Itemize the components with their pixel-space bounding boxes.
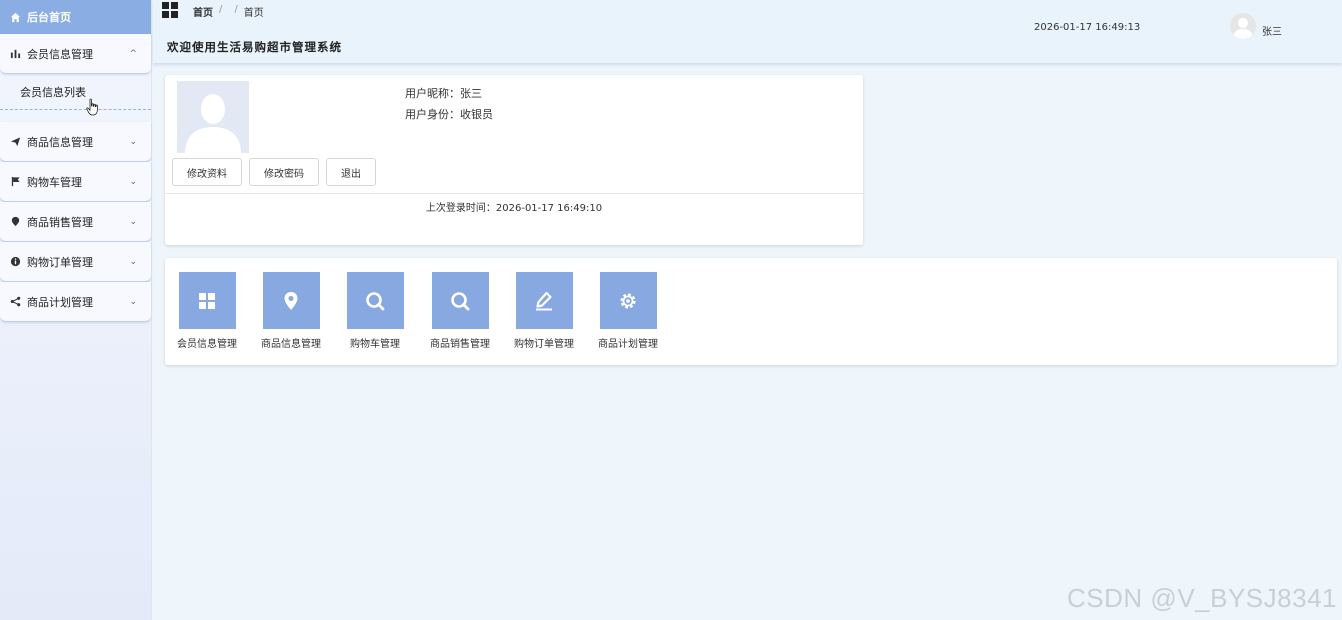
- breadcrumb-home-link[interactable]: 首页: [193, 4, 213, 19]
- sidebar-item-plan-management[interactable]: 商品计划管理 ⌄: [0, 282, 151, 322]
- home-icon: [9, 11, 21, 23]
- watermark: CSDN @V_BYSJ8341: [1067, 583, 1337, 613]
- sidebar-item-home[interactable]: 后台首页: [0, 0, 151, 34]
- quick-nav-order-management[interactable]: 购物订单管理: [508, 272, 580, 350]
- gear-icon: [620, 292, 636, 309]
- quick-nav-product-management[interactable]: 商品信息管理: [255, 272, 327, 350]
- logout-button[interactable]: 退出: [326, 158, 376, 186]
- page-title: 欢迎使用生活易购超市管理系统: [167, 40, 342, 54]
- chevron-down-icon: ⌄: [129, 256, 137, 267]
- quick-nav-card: 会员信息管理 商品信息管理 购物车管理 商品销售管理 购物订单管理 商品计划管理: [165, 258, 1337, 365]
- bar-chart-icon: [9, 48, 21, 60]
- search-icon: [366, 291, 385, 310]
- chevron-down-icon: ⌄: [129, 176, 137, 187]
- quick-nav-label: 会员信息管理: [177, 339, 237, 350]
- info-icon: [9, 256, 21, 268]
- quick-nav-tile[interactable]: [515, 272, 573, 329]
- location-icon: [284, 291, 298, 310]
- quick-nav-plan-management[interactable]: 商品计划管理: [592, 272, 664, 350]
- chevron-up-icon: ^: [129, 48, 137, 59]
- quick-nav-tile[interactable]: [262, 272, 320, 329]
- sidebar-item-order-management[interactable]: 购物订单管理 ⌄: [0, 242, 151, 282]
- quick-nav-tile[interactable]: [599, 272, 657, 329]
- breadcrumb-current: 首页: [243, 8, 264, 19]
- quick-nav-label: 商品销售管理: [430, 339, 490, 350]
- flag-icon: [9, 176, 21, 188]
- hand-cursor-icon: [86, 98, 98, 116]
- breadcrumb-separator: /: [234, 4, 238, 15]
- quick-nav-label: 商品计划管理: [598, 339, 658, 350]
- sidebar-home-label: 后台首页: [27, 11, 71, 24]
- breadcrumb: 首页 / / 首页: [193, 4, 264, 19]
- quick-nav-member-management[interactable]: 会员信息管理: [171, 272, 243, 350]
- profile-role: 用户身份：收银员: [405, 108, 493, 121]
- sidebar-group-label: 商品计划管理: [27, 295, 93, 309]
- map-pin-icon: [9, 216, 21, 228]
- sidebar-group-label: 商品信息管理: [27, 135, 93, 149]
- sidebar-group-label: 购物车管理: [27, 175, 82, 189]
- chevron-down-icon: ⌄: [129, 296, 137, 307]
- sidebar-group-label: 购物订单管理: [27, 255, 93, 269]
- change-password-button[interactable]: 修改密码: [249, 158, 319, 186]
- sidebar: 后台首页 会员信息管理 ^ 会员信息列表 商品信息管理 ⌄ 购物车管理 ⌄ 商品…: [0, 0, 152, 620]
- profile-card: 用户昵称：张三 用户身份：收银员 修改资料 修改密码 退出 上次登录时间：202…: [165, 75, 863, 245]
- sidebar-group-label: 会员信息管理: [27, 47, 93, 61]
- quick-nav-tile[interactable]: [431, 272, 489, 329]
- avatar[interactable]: [1230, 13, 1256, 39]
- quick-nav-label: 购物订单管理: [514, 339, 574, 350]
- profile-nickname: 用户昵称：张三: [405, 87, 482, 100]
- quick-nav-sales-management[interactable]: 商品销售管理: [424, 272, 496, 350]
- edit-icon: [536, 291, 552, 310]
- quick-nav-label: 商品信息管理: [261, 339, 321, 350]
- chevron-down-icon: ⌄: [129, 216, 137, 227]
- menu-grid-icon[interactable]: [162, 2, 178, 18]
- share-icon: [9, 296, 21, 308]
- sidebar-group-label: 商品销售管理: [27, 215, 93, 229]
- sidebar-subitem-member-list[interactable]: 会员信息列表: [0, 74, 151, 110]
- user-avatar-icon: [185, 94, 241, 153]
- breadcrumb-separator: /: [219, 4, 223, 15]
- header-username[interactable]: 张三: [1262, 23, 1282, 38]
- card-divider: [165, 193, 863, 194]
- paper-plane-icon: [9, 136, 21, 148]
- quick-nav-cart-management[interactable]: 购物车管理: [339, 272, 411, 350]
- sidebar-item-member-management[interactable]: 会员信息管理 ^: [0, 34, 151, 74]
- sidebar-subitem-label: 会员信息列表: [20, 85, 86, 99]
- search-icon: [451, 291, 470, 310]
- quick-nav-tile[interactable]: [346, 272, 404, 329]
- quick-nav-label: 购物车管理: [350, 339, 400, 350]
- sidebar-item-cart-management[interactable]: 购物车管理 ⌄: [0, 162, 151, 202]
- chevron-down-icon: ⌄: [129, 136, 137, 147]
- edit-profile-button[interactable]: 修改资料: [172, 158, 242, 186]
- current-datetime: 2026-01-17 16:49:13: [1034, 22, 1141, 33]
- sidebar-item-sales-management[interactable]: 商品销售管理 ⌄: [0, 202, 151, 242]
- quick-nav-tile[interactable]: [178, 272, 236, 329]
- user-avatar-icon: [1233, 18, 1253, 39]
- profile-avatar: [177, 81, 249, 153]
- sidebar-item-product-management[interactable]: 商品信息管理 ⌄: [0, 122, 151, 162]
- top-header: 首页 / / 首页 欢迎使用生活易购超市管理系统 2026-01-17 16:4…: [153, 0, 1342, 63]
- last-login-time: 上次登录时间：2026-01-17 16:49:10: [425, 203, 603, 214]
- grid-icon: [199, 292, 215, 309]
